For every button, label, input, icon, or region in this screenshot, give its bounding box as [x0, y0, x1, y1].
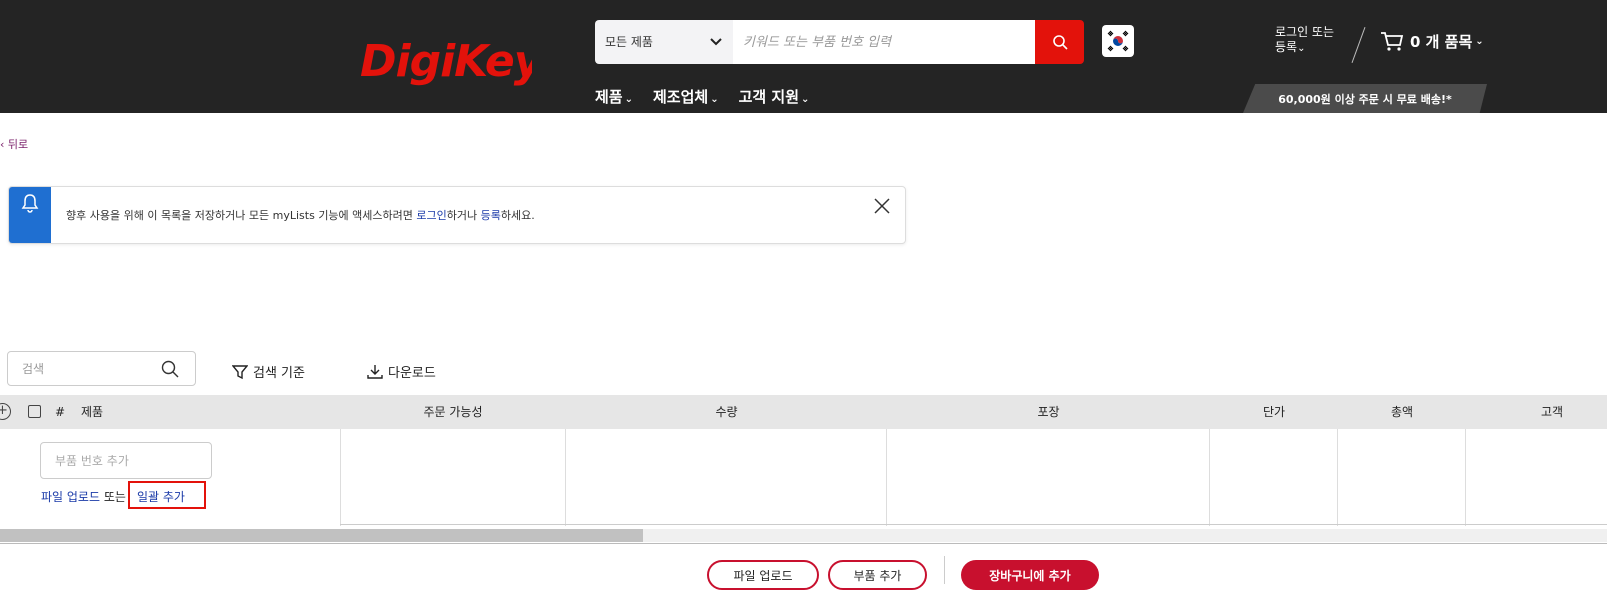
chevron-down-icon: ⌄ [710, 94, 719, 105]
col-divider [565, 429, 566, 526]
upload-file-button[interactable]: 파일 업로드 [707, 560, 819, 590]
bulk-add-link[interactable]: 일괄 추가 [137, 488, 185, 505]
col-packaging[interactable]: 포장 [887, 395, 1210, 429]
add-part-button[interactable]: 부품 추가 [828, 560, 927, 590]
login-register-menu[interactable]: 로그인 또는 등록⌄ [1275, 25, 1334, 56]
search-icon[interactable] [161, 360, 179, 378]
header-divider [1351, 26, 1366, 64]
col-divider [340, 429, 341, 526]
scrollbar-thumb[interactable] [0, 529, 643, 542]
upload-file-link[interactable]: 파일 업로드 [41, 490, 100, 504]
cart-button[interactable]: 0 개 품목 ⌄ [1380, 30, 1484, 52]
col-divider [1465, 429, 1466, 526]
login-line2: 등록 [1275, 40, 1298, 54]
download-button[interactable]: 다운로드 [367, 362, 436, 381]
download-icon [367, 364, 383, 379]
cart-count-label: 0 개 품목 [1410, 32, 1473, 51]
col-availability[interactable]: 주문 가능성 [340, 395, 566, 429]
button-separator [944, 556, 945, 584]
chevron-down-icon: ⌄ [801, 94, 810, 105]
nav-products-label: 제품 [595, 88, 623, 106]
chevron-down-icon: ⌄ [1475, 35, 1484, 47]
row-divider [340, 524, 1607, 525]
col-customer[interactable]: 고객 [1541, 395, 1563, 429]
search-category-label: 모든 제품 [605, 35, 653, 49]
download-label: 다운로드 [388, 366, 436, 381]
cart-icon [1381, 32, 1404, 51]
site-header: DigiKey 모든 제품 제품⌄ 제조업체⌄ 고객 지원⌄ [0, 0, 1607, 113]
part-number-input[interactable] [40, 442, 212, 479]
back-link[interactable]: ‹ 뒤로 [0, 136, 28, 152]
nav-support-label: 고객 지원 [738, 88, 800, 106]
col-unit-price[interactable]: 단가 [1210, 395, 1338, 429]
filter-label: 검색 기준 [253, 366, 305, 381]
bell-icon [21, 194, 39, 213]
list-search-input[interactable] [8, 352, 158, 385]
search-button[interactable] [1035, 20, 1084, 64]
upload-row: 파일 업로드 또는 [41, 488, 126, 505]
col-divider [1209, 429, 1210, 526]
section-divider [0, 543, 1607, 544]
col-divider [1337, 429, 1338, 526]
nav-manufacturers-label: 제조업체 [653, 88, 709, 106]
free-shipping-banner: 60,000원 이상 주문 시 무료 배송!* [1243, 84, 1487, 113]
back-label: 뒤로 [7, 138, 29, 151]
notice-register-link[interactable]: 등록 [481, 209, 501, 222]
svg-text:DigiKey: DigiKey [360, 36, 532, 87]
add-row-icon[interactable]: + [0, 403, 11, 420]
notice-message: 향후 사용을 위해 이 목록을 저장하거나 모든 myLists 기능에 액세스… [66, 207, 535, 223]
chevron-down-icon [709, 20, 723, 82]
notice-login-link[interactable]: 로그인 [416, 209, 446, 222]
nav-support[interactable]: 고객 지원 ⌄ [739, 86, 810, 107]
notice-text-2: 하거나 [446, 209, 481, 222]
nav-products[interactable]: 제품 ⌄ [595, 86, 633, 107]
col-total[interactable]: 총액 [1338, 395, 1466, 429]
korea-flag-icon[interactable] [1102, 25, 1134, 57]
close-icon[interactable] [873, 197, 891, 219]
notice-text-1: 향후 사용을 위해 이 목록을 저장하거나 모든 myLists 기능에 액세스… [66, 209, 417, 222]
main-nav: 제품 ⌄ 제조업체 ⌄ 고객 지원 ⌄ [595, 86, 809, 107]
horizontal-scrollbar[interactable] [0, 529, 1607, 542]
search-category-select[interactable]: 모든 제품 [595, 20, 733, 64]
nav-manufacturers[interactable]: 제조업체 ⌄ [653, 86, 719, 107]
search-icon [1052, 35, 1068, 50]
table-header: + # 제품 주문 가능성 수량 포장 단가 총액 고객 [0, 395, 1607, 429]
chevron-down-icon: ⌄ [1297, 43, 1306, 54]
filter-icon [232, 364, 248, 379]
login-line1: 로그인 또는 [1275, 25, 1335, 39]
digikey-logo[interactable]: DigiKey [358, 26, 532, 88]
chevron-left-icon: ‹ [0, 138, 8, 151]
site-search-input[interactable] [733, 20, 1036, 64]
add-to-cart-button[interactable]: 장바구니에 추가 [961, 560, 1099, 590]
notice-text-3: 하세요. [500, 209, 535, 222]
list-search-box [7, 351, 196, 386]
col-num: # [55, 405, 66, 419]
login-notice-banner: 향후 사용을 위해 이 목록을 저장하거나 모든 myLists 기능에 액세스… [8, 186, 906, 244]
notice-accent [9, 187, 51, 243]
filter-button[interactable]: 검색 기준 [232, 362, 305, 381]
select-all-checkbox[interactable] [28, 405, 41, 418]
col-quantity[interactable]: 수량 [566, 395, 887, 429]
or-text: 또는 [103, 490, 126, 504]
chevron-down-icon: ⌄ [624, 94, 633, 105]
col-divider [886, 429, 887, 526]
col-product[interactable]: 제품 [81, 395, 103, 429]
